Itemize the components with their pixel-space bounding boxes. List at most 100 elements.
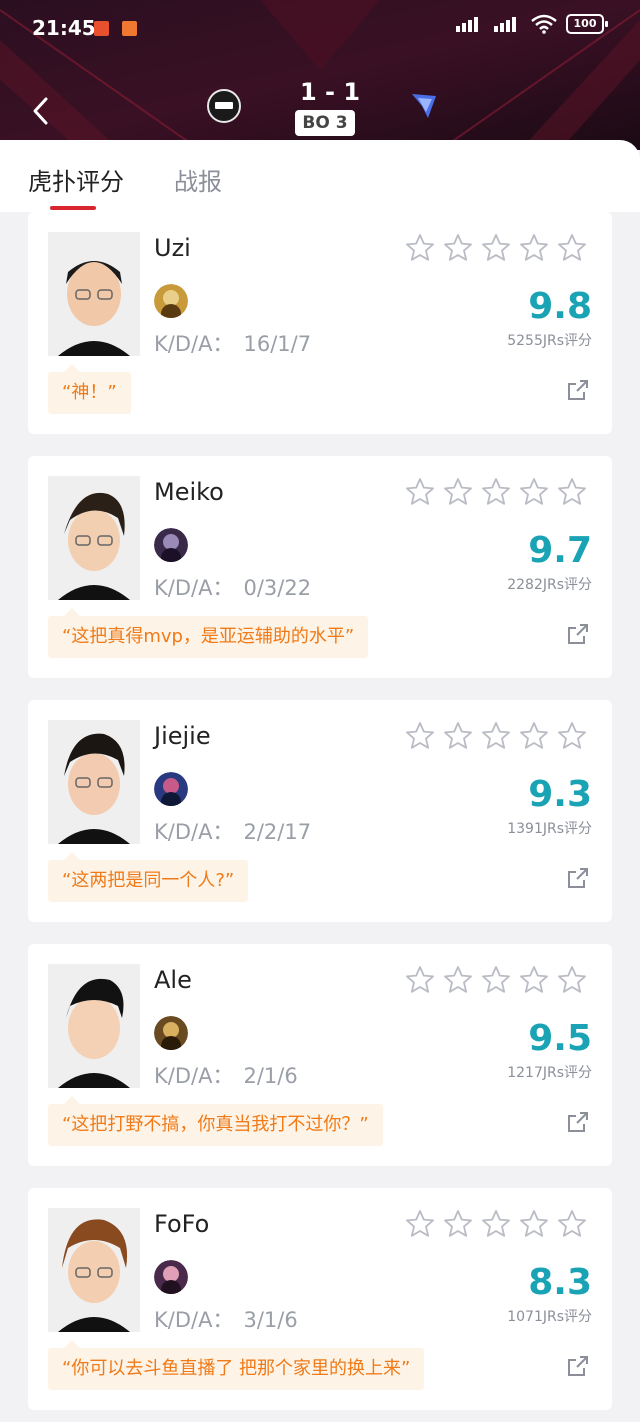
star-icon[interactable] [480, 964, 512, 996]
star-icon[interactable] [480, 476, 512, 508]
star-rating-input[interactable] [404, 720, 588, 752]
star-rating-input[interactable] [404, 232, 588, 264]
top-comment[interactable]: “这两把是同一个人?” [48, 852, 249, 902]
star-icon[interactable] [404, 476, 436, 508]
kda-value: 0/3/22 [243, 576, 312, 600]
player-avatar [48, 1208, 140, 1332]
top-comment[interactable]: “神！” [48, 364, 131, 414]
kda-label: K/D/A： [154, 1308, 234, 1332]
star-icon[interactable] [518, 964, 550, 996]
player-name: Jiejie [154, 722, 211, 750]
champion-icon [154, 284, 188, 318]
share-icon[interactable] [566, 866, 590, 890]
star-rating-input[interactable] [404, 1208, 588, 1240]
kda-label: K/D/A： [154, 332, 234, 356]
match-header: 21:45 100 1 - 1 BO 3 [0, 0, 640, 150]
star-icon[interactable] [480, 1208, 512, 1240]
player-name: FoFo [154, 1210, 210, 1238]
kda-value: 16/1/7 [243, 332, 312, 356]
signal-icon [494, 17, 516, 32]
player-rating-score: 9.7 [528, 530, 592, 571]
back-arrow-icon[interactable] [26, 94, 56, 128]
status-icons: 100 [454, 14, 608, 34]
tab-battle-report[interactable]: 战报 [174, 162, 222, 197]
star-icon[interactable] [556, 1208, 588, 1240]
player-rating-score: 8.3 [528, 1262, 592, 1303]
player-name: Uzi [154, 234, 191, 262]
share-icon[interactable] [566, 1354, 590, 1378]
active-tab-indicator [50, 206, 96, 210]
star-icon[interactable] [518, 720, 550, 752]
star-icon[interactable] [556, 964, 588, 996]
edg-team-logo [207, 89, 241, 123]
rating-vote-count: 2282JRs评分 [507, 577, 592, 593]
champion-icon [154, 528, 188, 562]
match-score: 1 - 1 [299, 78, 361, 106]
top-comment[interactable]: “这把真得mvp，是亚运辅助的水平” [48, 608, 369, 658]
player-card[interactable]: FoFo K/D/A： 3/1/6 8.3 1071JRs评分 “你可以去斗鱼直播… [28, 1188, 612, 1410]
star-icon[interactable] [518, 476, 550, 508]
player-rating-score: 9.8 [528, 286, 592, 327]
player-avatar [48, 720, 140, 844]
star-icon[interactable] [556, 720, 588, 752]
star-rating-input[interactable] [404, 476, 588, 508]
wifi-icon [531, 14, 557, 34]
star-icon[interactable] [442, 1208, 474, 1240]
player-avatar [48, 476, 140, 600]
player-name: Meiko [154, 478, 224, 506]
share-icon[interactable] [566, 622, 590, 646]
star-icon[interactable] [404, 232, 436, 264]
rating-vote-count: 1391JRs评分 [507, 821, 592, 837]
kda-stat: K/D/A： 3/1/6 [154, 1304, 298, 1334]
player-card[interactable]: Jiejie K/D/A： 2/2/17 9.3 1391JRs评分 “这两把是同… [28, 700, 612, 922]
notification-app-icon [94, 21, 109, 36]
star-icon[interactable] [518, 232, 550, 264]
status-time: 21:45 [32, 16, 96, 40]
kda-value: 2/1/6 [243, 1064, 298, 1088]
kda-label: K/D/A： [154, 576, 234, 600]
star-rating-input[interactable] [404, 964, 588, 996]
battery-indicator: 100 [566, 14, 608, 34]
kda-value: 3/1/6 [243, 1308, 298, 1332]
kda-stat: K/D/A： 2/2/17 [154, 816, 311, 846]
star-icon[interactable] [442, 232, 474, 264]
star-icon[interactable] [442, 476, 474, 508]
top-comment[interactable]: “这把打野不搞，你真当我打不过你？” [48, 1096, 383, 1146]
share-icon[interactable] [566, 1110, 590, 1134]
star-icon[interactable] [442, 964, 474, 996]
rating-vote-count: 1217JRs评分 [507, 1065, 592, 1081]
star-icon[interactable] [556, 476, 588, 508]
player-avatar [48, 964, 140, 1088]
star-icon[interactable] [404, 964, 436, 996]
star-icon[interactable] [518, 1208, 550, 1240]
player-rating-score: 9.3 [528, 774, 592, 815]
champion-icon [154, 772, 188, 806]
player-rating-score: 9.5 [528, 1018, 592, 1059]
up-team-logo [412, 94, 436, 118]
star-icon[interactable] [480, 720, 512, 752]
player-card[interactable]: Ale K/D/A： 2/1/6 9.5 1217JRs评分 “这把打野不搞，你真… [28, 944, 612, 1166]
kda-label: K/D/A： [154, 1064, 234, 1088]
top-comment[interactable]: “你可以去斗鱼直播了 把那个家里的换上来” [48, 1340, 425, 1390]
star-icon[interactable] [556, 232, 588, 264]
star-icon[interactable] [442, 720, 474, 752]
kda-value: 2/2/17 [243, 820, 312, 844]
champion-icon [154, 1016, 188, 1050]
player-card[interactable]: Meiko K/D/A： 0/3/22 9.7 2282JRs评分 “这把真得mv… [28, 456, 612, 678]
notification-app-icon [122, 21, 137, 36]
signal-icon [456, 17, 478, 32]
star-icon[interactable] [404, 720, 436, 752]
tab-hupu-rating[interactable]: 虎扑评分 [28, 162, 124, 197]
player-name: Ale [154, 966, 192, 994]
best-of-badge: BO 3 [295, 110, 355, 136]
rating-vote-count: 5255JRs评分 [507, 333, 592, 349]
player-card[interactable]: Uzi K/D/A： 16/1/7 9.8 5255JRs评分 “神！” [28, 212, 612, 434]
kda-stat: K/D/A： 0/3/22 [154, 572, 311, 602]
champion-icon [154, 1260, 188, 1294]
kda-stat: K/D/A： 2/1/6 [154, 1060, 298, 1090]
kda-label: K/D/A： [154, 820, 234, 844]
star-icon[interactable] [404, 1208, 436, 1240]
share-icon[interactable] [566, 378, 590, 402]
tab-bar: 虎扑评分 战报 [0, 140, 640, 212]
star-icon[interactable] [480, 232, 512, 264]
